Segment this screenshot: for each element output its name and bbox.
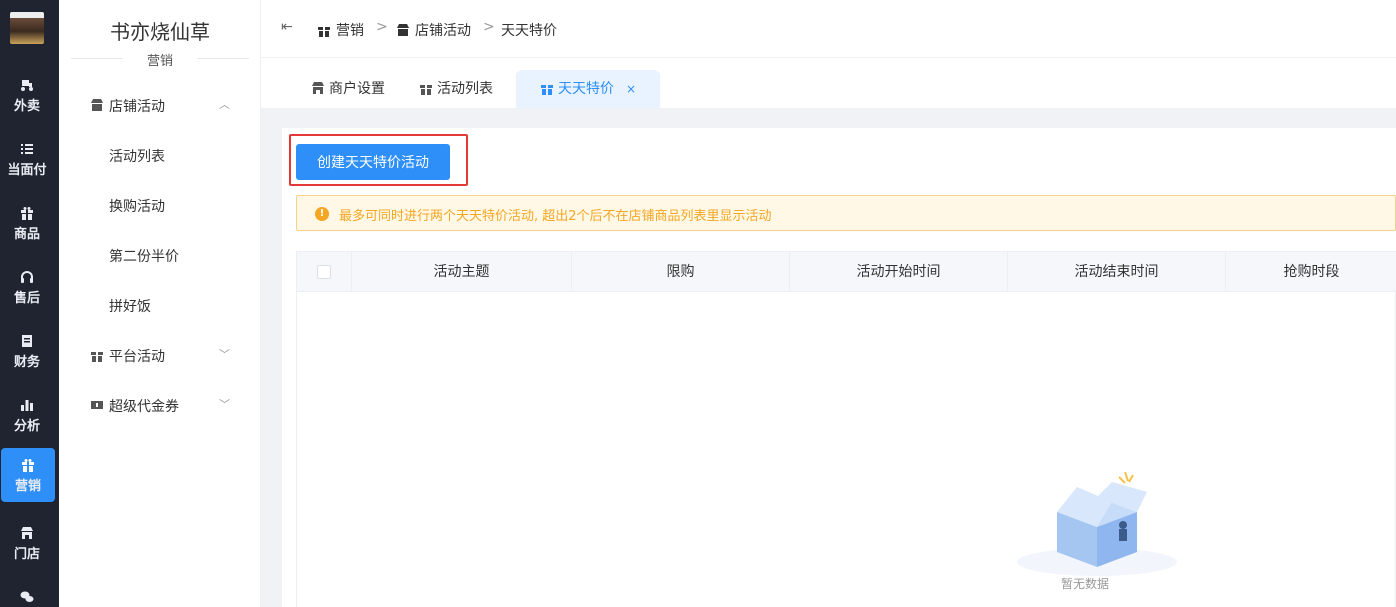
store-icon xyxy=(21,527,33,539)
column-header[interactable]: 活动主题 xyxy=(352,252,572,292)
nav-waimai[interactable]: 外卖 xyxy=(0,68,54,122)
top-header: ⇤ 营销 > 店铺活动 > 天天特价 xyxy=(261,0,1396,58)
nav-label: 商品 xyxy=(13,227,40,242)
divider xyxy=(197,58,249,59)
store-icon xyxy=(312,82,324,94)
shop-logo[interactable] xyxy=(10,12,44,44)
nav-wechat[interactable] xyxy=(0,580,54,607)
bar-chart-icon xyxy=(21,400,33,411)
breadcrumb-separator: > xyxy=(483,19,495,35)
nav-analysis[interactable]: 分析 xyxy=(0,388,54,442)
list-icon xyxy=(21,144,33,154)
chevron-down-icon: ﹀ xyxy=(219,348,230,361)
empty-box-illustration xyxy=(1017,471,1177,576)
breadcrumb-separator: > xyxy=(376,19,388,35)
nav-label: 营销 xyxy=(14,479,41,494)
nav-label: 外卖 xyxy=(13,99,40,114)
menu-group-shop-activity[interactable]: 店铺活动 ︿ xyxy=(59,90,261,120)
select-all-cell xyxy=(297,252,352,292)
breadcrumb-item-shop-activity[interactable]: 店铺活动 xyxy=(396,20,471,40)
menu-group-platform-activity[interactable]: 平台活动 ﹀ xyxy=(59,340,261,370)
tab-label: 活动列表 xyxy=(437,81,493,97)
empty-state-text: 暂无数据 xyxy=(1061,577,1110,591)
chevron-up-icon: ︿ xyxy=(219,98,230,111)
shop-name: 书亦烧仙草 xyxy=(110,20,210,44)
section-title: 营销 xyxy=(146,54,173,69)
select-all-checkbox[interactable] xyxy=(317,265,331,279)
nav-finance[interactable]: 财务 xyxy=(0,324,54,378)
breadcrumb-current: 天天特价 xyxy=(501,23,557,39)
notice-text: 最多可同时进行两个天天特价活动, 超出2个后不在店铺商品列表里显示活动 xyxy=(339,209,772,224)
page-tabs: 商户设置 活动列表 天天特价 × xyxy=(261,58,1396,108)
menu-group-label: 平台活动 xyxy=(109,349,165,365)
gift-icon xyxy=(22,459,34,472)
menu-group-super-voucher[interactable]: 超级代金券 ﹀ xyxy=(59,390,261,420)
notice-alert: ! 最多可同时进行两个天天特价活动, 超出2个后不在店铺商品列表里显示活动 xyxy=(296,195,1396,231)
ticket-icon xyxy=(91,401,103,409)
ledger-icon xyxy=(22,335,32,347)
breadcrumb-label: 店铺活动 xyxy=(415,23,471,39)
collapse-sidebar-icon[interactable]: ⇤ xyxy=(281,19,293,35)
secondary-sidebar: 书亦烧仙草 营销 店铺活动 ︿ 活动列表 换购活动 第二份半价 拼好饭 平台活动… xyxy=(59,0,261,607)
nav-store[interactable]: 门店 xyxy=(0,516,54,570)
gift-icon xyxy=(541,85,553,95)
menu-item-second-half[interactable]: 第二份半价 xyxy=(109,246,179,266)
column-header[interactable]: 活动开始时间 xyxy=(790,252,1008,292)
menu-group-label: 超级代金券 xyxy=(109,399,179,415)
main-content: 创建天天特价活动 ! 最多可同时进行两个天天特价活动, 超出2个后不在店铺商品列… xyxy=(282,128,1396,607)
menu-item-pinhaofan[interactable]: 拼好饭 xyxy=(109,296,151,316)
column-header[interactable]: 限购 xyxy=(572,252,790,292)
wechat-icon xyxy=(20,591,34,602)
menu-item-activity-list[interactable]: 活动列表 xyxy=(109,146,165,166)
gift-icon xyxy=(318,27,330,37)
tab-activity-list[interactable]: 活动列表 xyxy=(419,70,493,108)
create-daily-special-button[interactable]: 创建天天特价活动 xyxy=(296,144,450,180)
nav-label: 售后 xyxy=(13,291,40,306)
nav-marketing[interactable]: 营销 xyxy=(1,448,55,502)
breadcrumb-item-marketing[interactable]: 营销 xyxy=(317,20,364,40)
nav-label: 当面付 xyxy=(7,163,47,178)
activity-table: 活动主题 限购 活动开始时间 活动结束时间 抢购时段 暂无数据 xyxy=(296,251,1396,607)
breadcrumb-label: 营销 xyxy=(336,23,364,39)
tab-label: 天天特价 xyxy=(558,81,614,97)
nav-goods[interactable]: 商品 xyxy=(0,196,54,250)
column-header[interactable]: 抢购时段 xyxy=(1226,252,1396,292)
main-nav-rail: 外卖 当面付 商品 售后 财务 分析 营销 门店 xyxy=(0,0,59,607)
close-tab-icon[interactable]: × xyxy=(626,82,636,96)
nav-label: 门店 xyxy=(13,547,40,562)
gift-icon xyxy=(420,85,432,95)
gift-icon xyxy=(21,207,33,220)
table-header: 活动主题 限购 活动开始时间 活动结束时间 抢购时段 xyxy=(297,252,1396,292)
shop-icon xyxy=(397,24,409,36)
bike-icon xyxy=(21,80,33,91)
menu-item-exchange[interactable]: 换购活动 xyxy=(109,196,165,216)
tab-label: 商户设置 xyxy=(329,81,385,97)
tab-merchant-settings[interactable]: 商户设置 xyxy=(311,70,385,108)
nav-dangmianfu[interactable]: 当面付 xyxy=(0,132,54,186)
menu-group-label: 店铺活动 xyxy=(109,99,165,115)
gift-icon xyxy=(91,352,103,362)
column-header[interactable]: 活动结束时间 xyxy=(1008,252,1226,292)
nav-aftersale[interactable]: 售后 xyxy=(0,260,54,314)
tab-daily-special[interactable]: 天天特价 × xyxy=(516,70,661,108)
nav-label: 分析 xyxy=(13,419,40,434)
warning-icon: ! xyxy=(315,207,329,221)
shop-icon xyxy=(91,99,103,111)
chevron-down-icon: ﹀ xyxy=(219,398,230,411)
headset-icon xyxy=(21,271,33,283)
nav-label: 财务 xyxy=(13,355,40,370)
